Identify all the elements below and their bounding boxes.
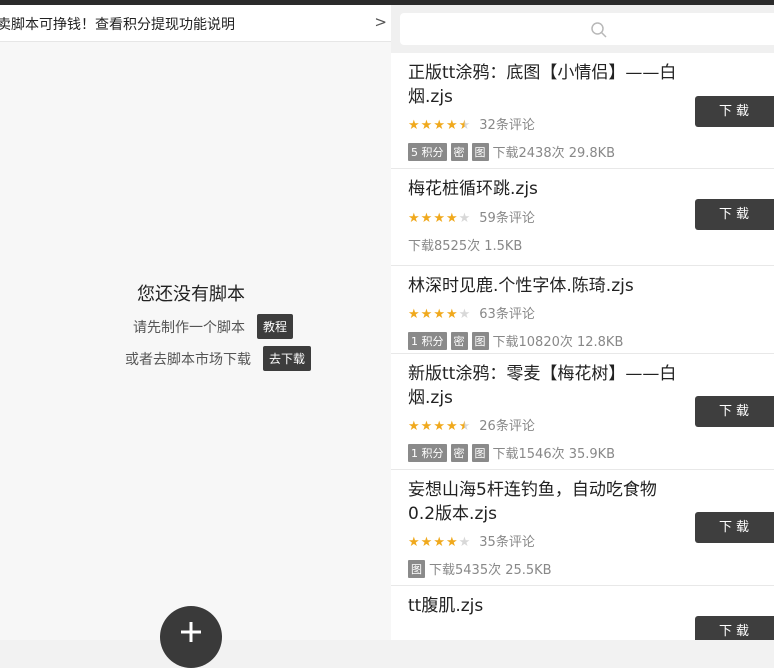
- script-meta: 下载8525次 1.5KB: [408, 235, 522, 254]
- download-button[interactable]: 下载: [695, 512, 774, 543]
- list-item[interactable]: tt腹肌.zjs 下载: [391, 586, 774, 640]
- image-badge: 图: [471, 142, 489, 161]
- download-button[interactable]: 下载: [695, 96, 774, 127]
- download-stats: 下载8525次 1.5KB: [408, 239, 523, 254]
- comment-count: 32条评论: [479, 118, 535, 133]
- star-icon: ★: [433, 307, 445, 322]
- star-icon: ★: [458, 118, 471, 133]
- star-rating-icon: ★★★★★: [408, 531, 471, 550]
- star-rating-icon: ★★★★★: [408, 415, 471, 434]
- download-button[interactable]: 下载: [695, 396, 774, 427]
- star-rating-icon: ★★★★★: [408, 114, 471, 133]
- list-item[interactable]: 妄想山海5杆连钓鱼，自动吃食物0.2版本.zjs ★★★★★ 35条评论 图 下…: [391, 470, 774, 586]
- rating: ★★★★★ 35条评论: [408, 531, 535, 550]
- star-icon: ★: [445, 118, 458, 133]
- hint-row-tutorial: 请先制作一个脚本 教程: [133, 314, 294, 339]
- tutorial-button[interactable]: 教程: [257, 314, 294, 339]
- star-icon: ★: [408, 419, 420, 434]
- add-script-button[interactable]: [160, 606, 222, 668]
- script-meta: 图 下载5435次 25.5KB: [408, 559, 552, 578]
- points-badge: 1 积分: [408, 443, 447, 462]
- star-icon: ★: [408, 535, 420, 550]
- list-item[interactable]: 梅花桩循环跳.zjs ★★★★★ 59条评论 下载8525次 1.5KB 下载: [391, 169, 774, 266]
- list-item[interactable]: 林深时见鹿.个性字体.陈琦.zjs ★★★★★ 63条评论 1 积分 密 图 下…: [391, 266, 774, 354]
- comment-count: 59条评论: [479, 211, 535, 226]
- rating: ★★★★★ 32条评论: [408, 114, 535, 133]
- rating: ★★★★★ 59条评论: [408, 207, 535, 226]
- star-icon: ★: [420, 307, 433, 322]
- comment-count: 26条评论: [479, 419, 535, 434]
- search-input[interactable]: [400, 13, 774, 45]
- download-button[interactable]: 下载: [695, 616, 774, 640]
- star-icon: ★: [445, 211, 458, 226]
- encrypted-badge: 密: [450, 142, 468, 161]
- star-icon: ★: [433, 535, 445, 550]
- star-icon: ★: [445, 535, 458, 550]
- script-meta: 1 积分 密 图 下载1546次 35.9KB: [408, 443, 615, 462]
- star-icon: ★: [458, 419, 471, 434]
- banner-text: 卖脚本可挣钱！查看积分提现功能说明: [0, 17, 235, 33]
- star-icon: ★: [458, 211, 471, 226]
- star-rating-icon: ★★★★★: [408, 207, 471, 226]
- star-icon: ★: [420, 118, 433, 133]
- star-icon: ★: [408, 118, 420, 133]
- script-market-pane: 正版tt涂鸦：底图【小情侣】——白烟.zjs ★★★★★ 32条评论 5 积分 …: [391, 5, 774, 640]
- star-icon: ★: [433, 118, 445, 133]
- search-icon: [591, 22, 607, 38]
- star-rating-icon: ★★★★★: [408, 303, 471, 322]
- download-stats: 下载10820次 12.8KB: [492, 335, 624, 350]
- star-icon: ★: [433, 419, 445, 434]
- star-icon: ★: [408, 307, 420, 322]
- hint-row-market: 或者去脚本市场下载 去下载: [125, 346, 312, 371]
- earn-points-banner[interactable]: 卖脚本可挣钱！查看积分提现功能说明 >: [0, 5, 391, 42]
- script-title: 正版tt涂鸦：底图【小情侣】——白烟.zjs: [408, 63, 677, 107]
- hint-text-make-script: 请先制作一个脚本: [133, 319, 245, 336]
- star-icon: ★: [458, 307, 471, 322]
- star-icon: ★: [445, 307, 458, 322]
- encrypted-badge: 密: [450, 331, 468, 350]
- plus-icon: [181, 622, 201, 642]
- image-badge: 图: [471, 443, 489, 462]
- download-button[interactable]: 下载: [695, 199, 774, 230]
- image-badge: 图: [471, 331, 489, 350]
- star-icon: ★: [420, 419, 433, 434]
- star-icon: ★: [445, 419, 458, 434]
- rating: ★★★★★ 63条评论: [408, 303, 535, 322]
- go-download-button[interactable]: 去下载: [263, 346, 312, 371]
- download-stats: 下载2438次 29.8KB: [492, 146, 616, 161]
- script-title: 新版tt涂鸦：零麦【梅花树】——白烟.zjs: [408, 364, 677, 408]
- download-stats: 下载5435次 25.5KB: [429, 563, 552, 578]
- script-title: 林深时见鹿.个性字体.陈琦.zjs: [408, 276, 634, 296]
- points-badge: 5 积分: [408, 142, 447, 161]
- download-stats: 下载1546次 35.9KB: [492, 447, 616, 462]
- star-icon: ★: [408, 211, 420, 226]
- comment-count: 35条评论: [479, 535, 535, 550]
- comment-count: 63条评论: [479, 307, 535, 322]
- star-icon: ★: [433, 211, 445, 226]
- script-title: tt腹肌.zjs: [408, 596, 484, 616]
- hint-text-download: 或者去脚本市场下载: [125, 351, 251, 368]
- star-icon: ★: [458, 535, 471, 550]
- points-badge: 1 积分: [408, 331, 447, 350]
- rating: ★★★★★ 26条评论: [408, 415, 535, 434]
- image-badge: 图: [408, 559, 425, 578]
- list-item[interactable]: 新版tt涂鸦：零麦【梅花树】——白烟.zjs ★★★★★ 26条评论 1 积分 …: [391, 354, 774, 470]
- list-item[interactable]: 正版tt涂鸦：底图【小情侣】——白烟.zjs ★★★★★ 32条评论 5 积分 …: [391, 53, 774, 169]
- empty-state-title: 您还没有脚本: [137, 284, 245, 305]
- script-meta: 1 积分 密 图 下载10820次 12.8KB: [408, 331, 623, 350]
- star-icon: ★: [420, 211, 433, 226]
- star-icon: ★: [420, 535, 433, 550]
- encrypted-badge: 密: [450, 443, 468, 462]
- script-meta: 5 积分 密 图 下载2438次 29.8KB: [408, 142, 615, 161]
- chevron-right-icon: >: [374, 13, 387, 31]
- script-list: 正版tt涂鸦：底图【小情侣】——白烟.zjs ★★★★★ 32条评论 5 积分 …: [391, 53, 774, 640]
- script-title: 妄想山海5杆连钓鱼，自动吃食物0.2版本.zjs: [408, 480, 657, 524]
- script-title: 梅花桩循环跳.zjs: [408, 179, 538, 199]
